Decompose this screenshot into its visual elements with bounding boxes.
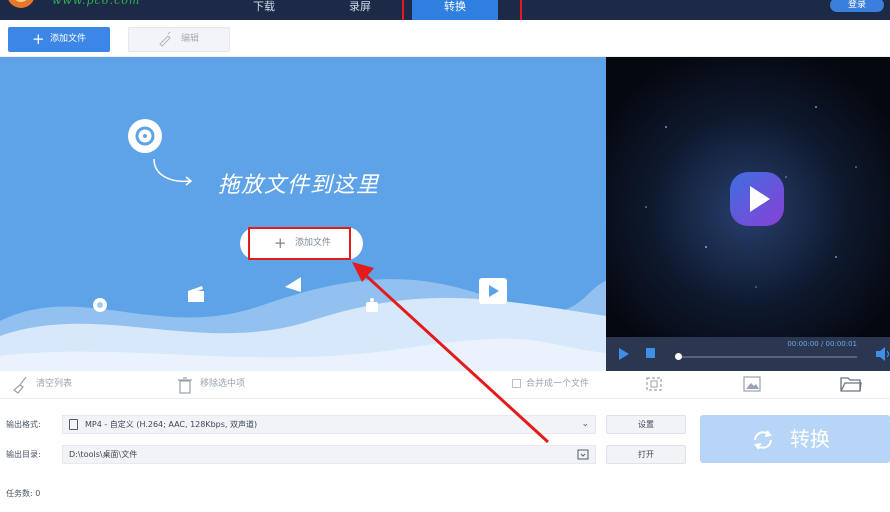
logo-watermark: www.pc6.com: [52, 0, 141, 7]
volume-icon[interactable]: [876, 346, 890, 362]
converter-window: www.pc6.com 下载 录屏 转换 登录 + 添加文件 编辑 拖放文件到这…: [0, 0, 890, 512]
clear-list-label: 清空列表: [36, 379, 73, 389]
film-reel-icon: [93, 298, 107, 312]
settings-button[interactable]: 设置: [606, 415, 686, 434]
add-file-button[interactable]: + 添加文件: [8, 27, 110, 52]
chevron-down-icon: ⌄: [581, 419, 589, 429]
player-controls: 00:00:00 / 00:00:01: [606, 337, 890, 371]
refresh-icon: [754, 430, 772, 450]
clear-list-button[interactable]: 清空列表: [12, 371, 92, 399]
tab-download[interactable]: 下载: [228, 0, 300, 20]
pen-icon: [159, 31, 171, 47]
play-icon[interactable]: [618, 348, 630, 360]
playback-time: 00:00:00 / 00:00:01: [787, 340, 857, 348]
plus-icon: +: [32, 30, 45, 48]
folder-icon[interactable]: [840, 375, 862, 393]
convert-label: 转换: [790, 427, 830, 451]
format-label: 输出格式:: [6, 420, 41, 429]
file-drop-zone[interactable]: 拖放文件到这里 + 添加文件: [0, 57, 606, 371]
clapperboard-icon: [188, 286, 204, 302]
document-icon: [69, 419, 78, 430]
trash-icon: [178, 377, 192, 394]
edit-label: 编辑: [181, 34, 200, 44]
open-folder-button[interactable]: 打开: [606, 445, 686, 464]
remove-selected-button[interactable]: 移除选中项: [176, 371, 266, 399]
output-directory-field[interactable]: D:\tools\桌面\文件: [62, 445, 596, 464]
edit-button[interactable]: 编辑: [128, 27, 230, 52]
format-value: MP4 - 自定义 (H.264; AAC, 128Kbps, 双声道): [85, 420, 258, 429]
format-select[interactable]: MP4 - 自定义 (H.264; AAC, 128Kbps, 双声道) ⌄: [62, 415, 596, 434]
screenshot-icon[interactable]: [644, 375, 664, 393]
film-reel-icon: [128, 119, 162, 153]
toolbar: + 添加文件 编辑: [0, 20, 890, 57]
browse-folder-icon[interactable]: [577, 449, 589, 460]
app-logo-icon: [8, 0, 34, 8]
broom-icon: [13, 376, 27, 394]
player-logo-icon: [730, 172, 784, 226]
drop-hint-text: 拖放文件到这里: [218, 173, 380, 198]
directory-label: 输出目录:: [6, 450, 41, 459]
remove-selected-label: 移除选中项: [200, 379, 246, 389]
progress-track[interactable]: [677, 356, 857, 358]
list-action-bar: 清空列表 移除选中项 合并成一个文件: [0, 371, 890, 399]
speaker-icon: [285, 277, 301, 292]
curved-arrow-icon: [153, 158, 193, 186]
merge-checkbox[interactable]: [512, 379, 521, 388]
output-settings: 输出格式: MP4 - 自定义 (H.264; AAC, 128Kbps, 双声…: [0, 399, 890, 512]
login-button[interactable]: 登录: [830, 0, 884, 12]
directory-value: D:\tools\桌面\文件: [69, 450, 138, 459]
convert-button[interactable]: 转换: [700, 415, 890, 463]
video-preview-panel: 00:00:00 / 00:00:01: [606, 57, 890, 371]
wave-decoration: [0, 279, 606, 371]
image-icon[interactable]: [742, 375, 762, 393]
music-bag-icon: [366, 298, 378, 312]
video-frame-icon: [479, 278, 507, 304]
add-file-label: 添加文件: [50, 34, 87, 44]
merge-label: 合并成一个文件: [526, 379, 590, 389]
annotation-box-add-file: [248, 227, 351, 260]
stop-icon[interactable]: [646, 348, 655, 358]
task-count: 任务数: 0: [6, 489, 41, 498]
progress-knob[interactable]: [675, 353, 682, 360]
tab-record[interactable]: 录屏: [320, 0, 400, 20]
